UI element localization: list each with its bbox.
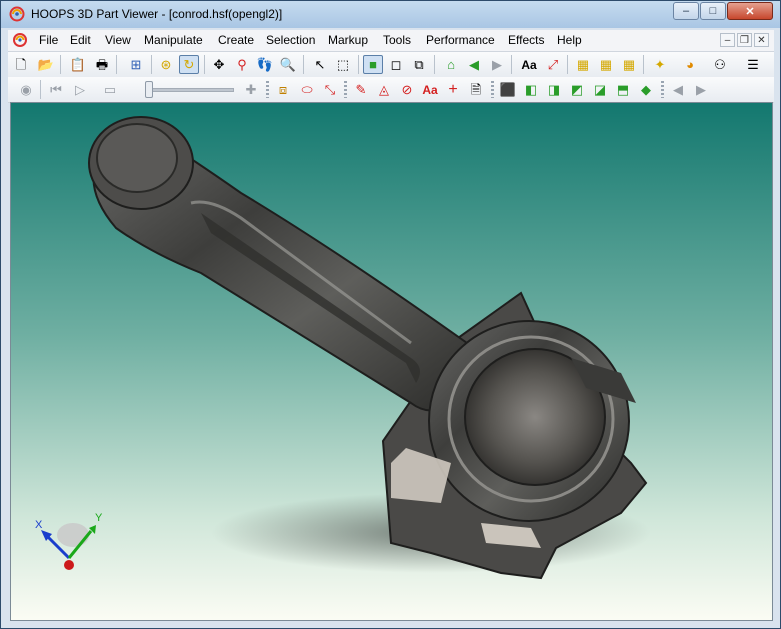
3d-viewport[interactable]: X Y bbox=[10, 102, 773, 621]
back-arrow-icon[interactable]: ◀ bbox=[464, 55, 484, 74]
right-view-icon[interactable]: ◪ bbox=[590, 80, 610, 99]
toolbar-separator bbox=[40, 80, 41, 99]
minimize-button[interactable]: – bbox=[673, 2, 699, 20]
camera-icon[interactable]: ◕ bbox=[680, 55, 700, 74]
menu-file[interactable]: File bbox=[39, 33, 58, 47]
mdi-close-button[interactable]: ✕ bbox=[754, 33, 769, 47]
next-view-icon[interactable]: ▶ bbox=[691, 80, 711, 99]
menu-help[interactable]: Help bbox=[557, 33, 582, 47]
toolbar-grip[interactable] bbox=[491, 81, 494, 98]
x-axis-label: X bbox=[35, 519, 43, 531]
wireframe-cube-icon[interactable]: ◻ bbox=[386, 55, 406, 74]
menu-performance[interactable]: Performance bbox=[426, 33, 495, 47]
toolbar-separator bbox=[204, 55, 205, 74]
forward-arrow-icon[interactable]: ▶ bbox=[487, 55, 507, 74]
animation-slider[interactable] bbox=[150, 88, 234, 92]
markup-text-icon[interactable]: Aa bbox=[420, 80, 440, 99]
markup-cylinder-icon[interactable]: ⬭ bbox=[297, 80, 317, 99]
menu-bar: File Edit View Manipulate Create Selecti… bbox=[8, 30, 774, 52]
maximize-button[interactable]: □ bbox=[700, 2, 726, 20]
pan-icon[interactable]: ✥ bbox=[209, 55, 229, 74]
measure-icon[interactable]: ⤢ bbox=[543, 55, 563, 74]
freehand-icon[interactable]: ✎ bbox=[351, 80, 371, 99]
fit-window-icon[interactable]: ⊞ bbox=[126, 55, 146, 74]
bottom-view-icon[interactable]: ◆ bbox=[636, 80, 656, 99]
menu-create[interactable]: Create bbox=[218, 33, 254, 47]
markup-box-icon[interactable]: ⧈ bbox=[273, 80, 293, 99]
markup-circle-icon[interactable]: ⊘ bbox=[397, 80, 417, 99]
toolbar-separator bbox=[116, 55, 117, 74]
toolbar-separator bbox=[434, 55, 435, 74]
toolbar-grip[interactable] bbox=[344, 81, 347, 98]
back-view-icon[interactable]: ◨ bbox=[544, 80, 564, 99]
zoom-window-icon[interactable]: 🔍 bbox=[278, 55, 298, 74]
front-view-icon[interactable]: ◧ bbox=[521, 80, 541, 99]
print-icon[interactable]: 🖶 bbox=[92, 55, 112, 74]
toolbar-separator bbox=[643, 55, 644, 74]
list-icon[interactable]: ☰ bbox=[743, 55, 763, 74]
y-axis-label: Y bbox=[95, 512, 103, 524]
menu-effects[interactable]: Effects bbox=[508, 33, 544, 47]
play-icon[interactable]: ▷ bbox=[70, 80, 90, 99]
orbit-icon[interactable]: ⊛ bbox=[156, 55, 176, 74]
menu-edit[interactable]: Edit bbox=[70, 33, 91, 47]
document-icon[interactable] bbox=[12, 32, 28, 48]
animation-markup-toolbar: ◉ ⏮ ▷ ▭ ✚ ⧈ ⬭ ⤡ ✎ ◬ ⊘ Aa + 🗎 ⬛ ◧ ◨ ◩ ◪ ⬒… bbox=[8, 77, 774, 103]
markup-rect-icon[interactable]: ◬ bbox=[374, 80, 394, 99]
record-icon[interactable]: ◉ bbox=[16, 80, 36, 99]
new-icon[interactable]: 🗋 bbox=[11, 55, 31, 74]
markup-note-icon[interactable]: 🗎 bbox=[466, 80, 486, 99]
main-toolbar: 🗋 📂 📋 🖶 ⊞ ⊛ ↻ ✥ ⚲ 👣 🔍 ↖ ⬚ ■ ◻ ⧉ ⌂ ◀ ▶ Aa… bbox=[8, 52, 774, 78]
close-button[interactable]: ✕ bbox=[727, 2, 773, 20]
grid-yz-icon[interactable]: ▦ bbox=[619, 55, 639, 74]
center-point-icon[interactable]: ✦ bbox=[650, 55, 670, 74]
animation-slider-thumb[interactable] bbox=[145, 81, 153, 98]
application-window: HOOPS 3D Part Viewer - [conrod.hsf(openg… bbox=[0, 0, 781, 629]
grid-xz-icon[interactable]: ▦ bbox=[596, 55, 616, 74]
stop-icon[interactable]: ▭ bbox=[100, 80, 120, 99]
step-back-icon[interactable]: ⏮ bbox=[46, 80, 66, 99]
title-bar: HOOPS 3D Part Viewer - [conrod.hsf(openg… bbox=[1, 1, 780, 28]
mdi-restore-button[interactable]: ❐ bbox=[737, 33, 752, 47]
toolbar-separator bbox=[151, 55, 152, 74]
left-view-icon[interactable]: ◩ bbox=[567, 80, 587, 99]
shaded-cube-icon[interactable]: ■ bbox=[363, 55, 383, 74]
toolbar-separator bbox=[511, 55, 512, 74]
toolbar-separator bbox=[567, 55, 568, 74]
menu-markup[interactable]: Markup bbox=[328, 33, 368, 47]
hoops-app-icon[interactable] bbox=[9, 6, 25, 22]
markup-cross-icon[interactable]: + bbox=[443, 80, 463, 99]
copy-icon[interactable]: 📋 bbox=[68, 55, 88, 74]
home-view-icon[interactable]: ⌂ bbox=[441, 55, 461, 74]
text-annotation-icon[interactable]: Aa bbox=[519, 55, 539, 74]
toolbar-separator bbox=[303, 55, 304, 74]
toolbar-grip[interactable] bbox=[266, 81, 269, 98]
markup-line-icon[interactable]: ⤡ bbox=[320, 80, 340, 99]
grid-xy-icon[interactable]: ▦ bbox=[573, 55, 593, 74]
turntable-icon[interactable]: ↻ bbox=[179, 55, 199, 74]
hidden-line-cube-icon[interactable]: ⧉ bbox=[409, 55, 429, 74]
iso-view-icon[interactable]: ⬛ bbox=[498, 80, 518, 99]
window-title: HOOPS 3D Part Viewer - [conrod.hsf(openg… bbox=[31, 7, 283, 21]
mdi-minimize-button[interactable]: – bbox=[720, 33, 735, 47]
select-window-icon[interactable]: ⬚ bbox=[333, 55, 353, 74]
prev-view-icon[interactable]: ◀ bbox=[668, 80, 688, 99]
menu-manipulate[interactable]: Manipulate bbox=[144, 33, 203, 47]
select-arrow-icon[interactable]: ↖ bbox=[310, 55, 330, 74]
menu-view[interactable]: View bbox=[105, 33, 131, 47]
walk-icon[interactable]: 👣 bbox=[255, 55, 275, 74]
network-icon[interactable]: ⚇ bbox=[710, 55, 730, 74]
add-keyframe-icon[interactable]: ✚ bbox=[241, 80, 261, 99]
toolbar-grip[interactable] bbox=[661, 81, 664, 98]
open-icon[interactable]: 📂 bbox=[36, 55, 56, 74]
axis-triad: X Y bbox=[35, 512, 103, 570]
toolbar-separator bbox=[60, 55, 61, 74]
menu-tools[interactable]: Tools bbox=[383, 33, 411, 47]
zoom-icon[interactable]: ⚲ bbox=[232, 55, 252, 74]
toolbar-separator bbox=[358, 55, 359, 74]
menu-selection[interactable]: Selection bbox=[266, 33, 315, 47]
part-scene: X Y bbox=[35, 116, 651, 580]
z-axis-dot bbox=[64, 560, 74, 570]
top-view-icon[interactable]: ⬒ bbox=[613, 80, 633, 99]
